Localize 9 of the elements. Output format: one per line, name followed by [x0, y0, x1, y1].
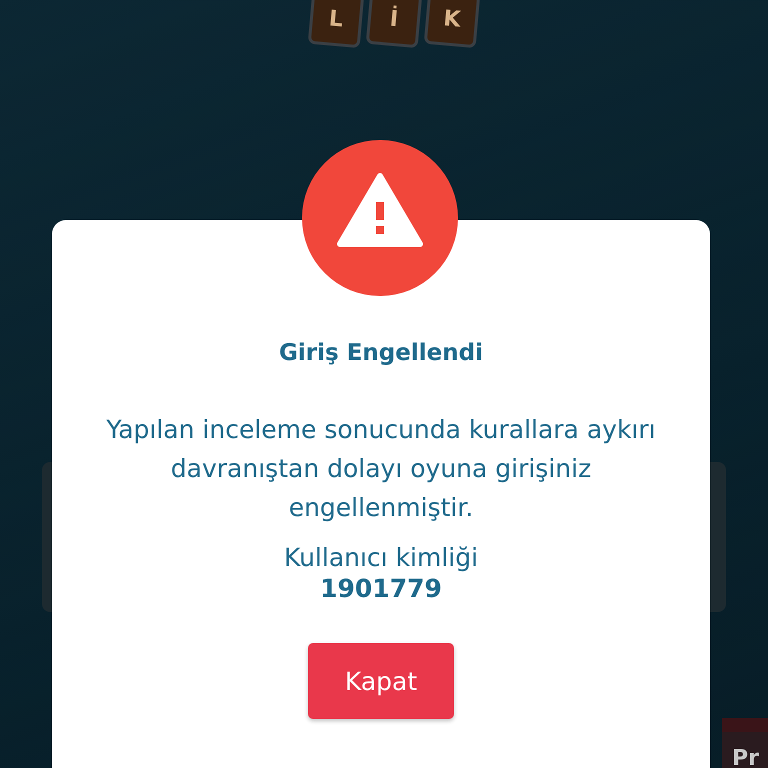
letter-tile: K [424, 0, 480, 48]
user-id: 1901779 [320, 574, 442, 603]
letter-tile: L [308, 0, 364, 48]
dialog-message: Yapılan inceleme sonucunda kurallara aykırı davranıştan dolayı oyuna girişiniz engellenmiştir. [105, 414, 657, 524]
dialog-title: Giriş Engellendi [279, 340, 483, 366]
card-label: Pr [731, 745, 760, 768]
letter-tile: İ [366, 0, 422, 48]
user-id-label: Kullanıcı kimliği [284, 543, 478, 572]
close-button[interactable]: Kapat [308, 643, 454, 719]
